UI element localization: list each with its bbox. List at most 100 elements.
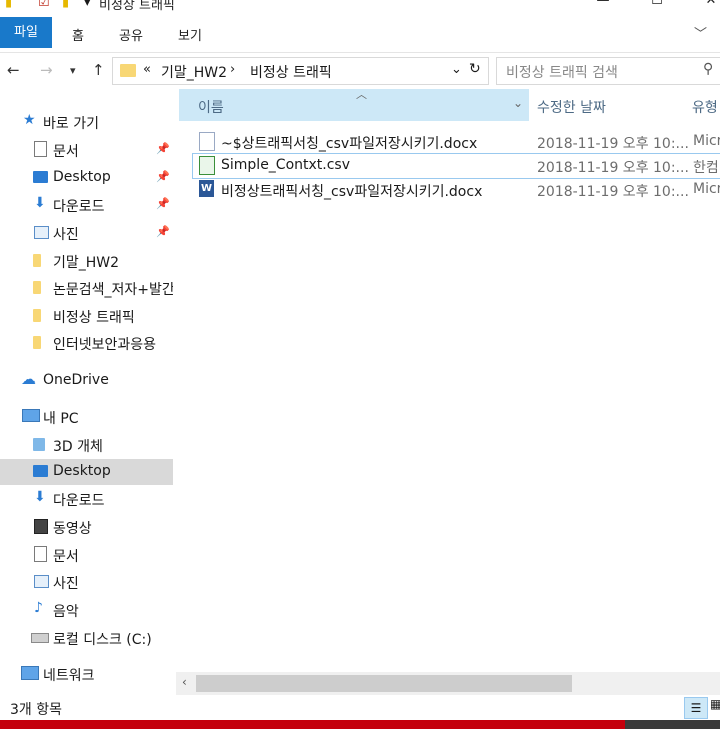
nav-quick-access[interactable]: ★ 바로 가기 — [0, 109, 173, 135]
file-list: 이름 ︿ ⌄ 수정한 날짜 유형 ~$상트래픽서칭_csv파일저장시키기.doc… — [176, 88, 720, 672]
expand-ribbon-icon[interactable]: ﹀ — [694, 23, 707, 42]
scroll-left-icon[interactable]: ‹ — [182, 675, 187, 689]
download-icon: ⬇ — [34, 195, 46, 211]
maximize-button[interactable]: ☐ — [634, 0, 680, 15]
file-date: 2018-11-19 오후 10:... — [537, 184, 689, 200]
file-name: Simple_Contxt.csv — [221, 157, 351, 173]
file-type: Micr — [693, 181, 720, 197]
ribbon-tabs: 파일 홈 공유 보기 ﹀ — [0, 17, 720, 53]
back-arrow-icon[interactable]: ← — [7, 61, 20, 79]
tab-file[interactable]: 파일 — [0, 17, 52, 48]
network-icon — [21, 666, 39, 680]
recent-dropdown-icon[interactable]: ▾ — [70, 64, 76, 77]
taskbar-dark-segment — [625, 720, 720, 729]
nav-onedrive[interactable]: ☁ OneDrive — [0, 368, 173, 394]
folder-icon — [33, 254, 41, 267]
nav-this-pc[interactable]: 내 PC — [0, 404, 173, 430]
breadcrumb-hw2[interactable]: 기말_HW2 — [161, 62, 227, 82]
file-type: Micr — [693, 133, 720, 149]
nav-item-abnormal-traffic[interactable]: 비정상 트래픽 — [0, 303, 173, 329]
file-row[interactable]: ~$상트래픽서칭_csv파일저장시키기.docx 2018-11-19 오후 1… — [193, 130, 720, 154]
folder-icon — [120, 64, 136, 77]
title-bar: ▮ ☑ ▮ ▾ 비정상 트래픽 — ☐ ✕ — [0, 0, 720, 17]
star-icon: ★ — [23, 112, 36, 128]
nav-item-3d-objects[interactable]: 3D 개체 — [0, 432, 173, 458]
search-input[interactable]: 비정상 트래픽 검색 ⚲ — [496, 57, 720, 85]
nav-item-paper-search[interactable]: 논문검색_저자+발간 — [0, 275, 173, 301]
word-temp-icon — [199, 132, 215, 151]
search-icon[interactable]: ⚲ — [703, 61, 713, 77]
nav-item-desktop[interactable]: Desktop 📌 — [0, 165, 173, 191]
nav-item-pc-downloads[interactable]: ⬇ 다운로드 — [0, 486, 173, 512]
nav-network[interactable]: 네트워크 — [0, 661, 173, 687]
file-row[interactable]: Simple_Contxt.csv 2018-11-19 오후 10:... 한… — [192, 153, 720, 179]
column-header-row: 이름 ︿ ⌄ 수정한 날짜 유형 — [176, 88, 720, 121]
documents-icon — [34, 141, 47, 157]
pin-icon[interactable]: 📌 — [156, 197, 170, 210]
cloud-icon: ☁ — [21, 370, 36, 388]
breadcrumb-current[interactable]: 비정상 트래픽 — [250, 62, 332, 82]
properties-icon[interactable]: ☑ — [38, 0, 50, 10]
address-dropdown-icon[interactable]: ⌄ — [451, 62, 462, 77]
nav-item-pc-desktop[interactable]: Desktop — [0, 459, 173, 485]
video-icon — [34, 519, 48, 534]
folder-icon — [33, 281, 41, 294]
file-type: 한컴 — [693, 160, 719, 176]
large-icons-view-icon[interactable]: ▦ — [710, 697, 720, 711]
forward-arrow-icon[interactable]: → — [40, 61, 53, 79]
file-name: ~$상트래픽서칭_csv파일저장시키기.docx — [221, 136, 478, 152]
nav-item-videos[interactable]: 동영상 — [0, 514, 173, 540]
nav-item-internet-security[interactable]: 인터넷보안과응용 — [0, 330, 173, 356]
refresh-icon[interactable]: ↻ — [469, 61, 481, 77]
nav-item-pc-documents[interactable]: 문서 — [0, 542, 173, 568]
nav-item-documents[interactable]: 문서 📌 — [0, 137, 173, 163]
column-header-name[interactable]: 이름 ︿ ⌄ — [179, 88, 529, 121]
word-icon: W — [199, 180, 214, 197]
address-row: ← → ▾ ↑ « 기말_HW2 › 비정상 트래픽 ⌄ ↻ 비정상 트래픽 검… — [0, 53, 720, 89]
navigation-pane: ★ 바로 가기 문서 📌 Desktop 📌 ⬇ 다운로드 📌 사진 📌 기말_… — [0, 89, 176, 695]
nav-item-local-disk[interactable]: 로컬 디스크 (C:) — [0, 625, 173, 651]
file-date: 2018-11-19 오후 10:... — [537, 160, 689, 176]
pin-icon[interactable]: 📌 — [156, 225, 170, 238]
pin-icon[interactable]: 📌 — [156, 142, 170, 155]
up-arrow-icon[interactable]: ↑ — [92, 61, 105, 79]
horizontal-scrollbar[interactable]: ‹ — [176, 672, 720, 695]
close-button[interactable]: ✕ — [688, 0, 720, 15]
file-name: 비정상트래픽서칭_csv파일저장시키기.docx — [221, 184, 483, 200]
breadcrumb-separator-icon[interactable]: › — [230, 62, 235, 77]
tab-share[interactable]: 공유 — [119, 25, 143, 44]
file-date: 2018-11-19 오후 10:... — [537, 136, 689, 152]
minimize-button[interactable]: — — [580, 0, 626, 15]
column-dropdown-icon[interactable]: ⌄ — [513, 96, 523, 110]
item-count: 3개 항목 — [10, 702, 62, 718]
nav-item-hw2[interactable]: 기말_HW2 — [0, 248, 173, 274]
nav-item-downloads[interactable]: ⬇ 다운로드 📌 — [0, 192, 173, 218]
nav-item-pc-pictures[interactable]: 사진 — [0, 569, 173, 595]
customize-toolbar-icon[interactable]: ▾ — [84, 0, 91, 10]
tab-view[interactable]: 보기 — [178, 25, 202, 44]
drive-icon — [31, 633, 49, 643]
address-bar[interactable]: « 기말_HW2 › 비정상 트래픽 ⌄ ↻ — [112, 57, 489, 85]
column-header-type[interactable]: 유형 — [692, 97, 718, 117]
pictures-icon — [34, 226, 49, 239]
column-header-date[interactable]: 수정한 날짜 — [537, 97, 606, 117]
download-icon: ⬇ — [34, 489, 46, 505]
csv-icon — [199, 156, 215, 175]
address-prefix[interactable]: « — [143, 62, 151, 77]
new-folder-icon[interactable]: ▮ — [62, 0, 69, 10]
nav-item-music[interactable]: ♪ 음악 — [0, 597, 173, 623]
folder-icon: ▮ — [5, 0, 13, 10]
status-bar: 3개 항목 ☰ ▦ — [0, 695, 720, 720]
details-view-icon[interactable]: ☰ — [684, 697, 708, 719]
nav-item-pictures[interactable]: 사진 📌 — [0, 220, 173, 246]
pin-icon[interactable]: 📌 — [156, 170, 170, 183]
documents-icon — [34, 546, 47, 562]
file-row[interactable]: W 비정상트래픽서칭_csv파일저장시키기.docx 2018-11-19 오후… — [193, 178, 720, 202]
folder-icon — [33, 309, 41, 322]
sort-ascending-icon: ︿ — [356, 88, 367, 101]
scrollbar-thumb[interactable] — [196, 675, 572, 692]
taskbar-strip — [0, 720, 720, 729]
music-icon: ♪ — [34, 600, 43, 616]
tab-home[interactable]: 홈 — [72, 25, 84, 44]
search-placeholder: 비정상 트래픽 검색 — [506, 65, 618, 81]
